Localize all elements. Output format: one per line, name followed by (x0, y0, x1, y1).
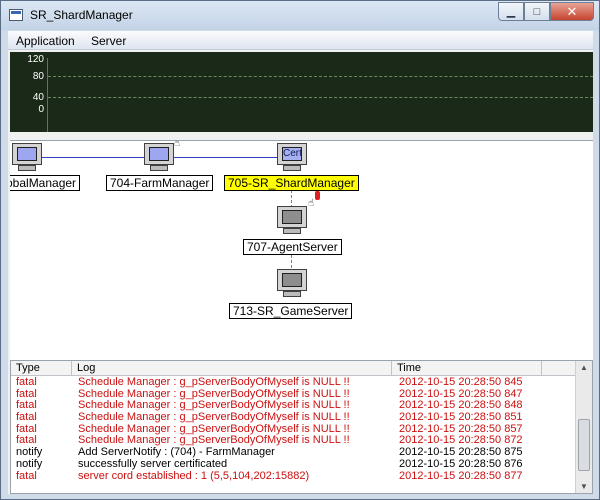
log-header: Type Log Time (11, 361, 576, 376)
app-icon (9, 9, 23, 21)
agentserver-node-icon[interactable] (277, 206, 307, 236)
log-row[interactable]: fatal Schedule Manager : g_pServerBodyOfM… (11, 412, 576, 424)
shardmanager-node-icon[interactable]: Cert (277, 143, 307, 173)
column-header-time[interactable]: Time (392, 361, 542, 376)
title-bar[interactable]: SR_ShardManager ▁ □ ✕ (1, 1, 599, 30)
column-header-log[interactable]: Log (72, 361, 392, 376)
scroll-down-arrow-icon[interactable]: ▼ (580, 482, 588, 491)
scroll-up-arrow-icon[interactable]: ▲ (580, 363, 588, 372)
log-row[interactable]: fatal Schedule Manager : g_pServerBodyOfM… (11, 400, 576, 412)
window-title: SR_ShardManager (30, 8, 133, 22)
graph-gridline (48, 97, 593, 98)
log-row[interactable]: notify Add ServerNotify : (704) - FarmMan… (11, 447, 576, 459)
menu-bar: Application Server (8, 31, 593, 50)
client-area: Application Server 120 80 40 0 obalManag… (8, 31, 593, 494)
hand-icon: ☝ (308, 198, 315, 209)
log-list[interactable]: fatal Schedule Manager : g_pServerBodyOfM… (11, 377, 576, 482)
alert-pin-icon (315, 191, 320, 200)
log-scrollbar[interactable]: ▲ ▼ (575, 361, 592, 493)
log-row[interactable]: fatal Schedule Manager : g_pServerBodyOfM… (11, 435, 576, 447)
hand-icon: ☝ (174, 140, 181, 149)
node-label-globalmanager[interactable]: obalManager (10, 175, 81, 191)
graph-y-label-80: 80 (32, 71, 44, 82)
node-label-farmmanager[interactable]: 704-FarmManager (106, 175, 214, 191)
server-topology[interactable]: obalManager ☝ 704-FarmManager Cert 705-S… (10, 140, 593, 384)
graph-y-label-120: 120 (27, 54, 44, 65)
column-header-type[interactable]: Type (11, 361, 72, 376)
app-window: SR_ShardManager ▁ □ ✕ Application Server… (0, 0, 600, 500)
node-label-agentserver[interactable]: 707-AgentServer (243, 239, 342, 255)
log-row[interactable]: fatal Schedule Manager : g_pServerBodyOfM… (11, 424, 576, 436)
graph-y-label-40: 40 (32, 92, 44, 103)
log-row[interactable]: fatal server cord established : 1 (5,5,10… (11, 471, 576, 483)
graph-y-axis (47, 58, 48, 132)
farmmanager-node-icon[interactable] (144, 143, 174, 173)
node-label-gameserver[interactable]: 713-SR_GameServer (229, 303, 353, 319)
log-row[interactable]: fatal Schedule Manager : g_pServerBodyOfM… (11, 389, 576, 401)
graph-gridline (48, 76, 593, 77)
menu-server[interactable]: Server (91, 34, 126, 48)
close-button[interactable]: ✕ (550, 2, 594, 21)
log-row[interactable]: notify successfully server certificated 20… (11, 459, 576, 471)
node-label-shardmanager[interactable]: 705-SR_ShardManager (224, 175, 359, 191)
globalmanager-node-icon[interactable] (12, 143, 42, 173)
minimize-button[interactable]: ▁ (498, 2, 524, 21)
cert-screen-text: Cert (282, 147, 302, 161)
graph-y-label-0: 0 (38, 104, 44, 115)
log-panel: Type Log Time fatal Schedule Manager : g_… (10, 360, 593, 494)
performance-graph: 120 80 40 0 (10, 52, 593, 132)
window-controls: ▁ □ ✕ (498, 2, 594, 21)
scroll-thumb[interactable] (578, 419, 590, 471)
maximize-button[interactable]: □ (524, 2, 550, 21)
log-row[interactable]: fatal Schedule Manager : g_pServerBodyOfM… (11, 377, 576, 389)
menu-application[interactable]: Application (16, 34, 75, 48)
gameserver-node-icon[interactable] (277, 269, 307, 299)
